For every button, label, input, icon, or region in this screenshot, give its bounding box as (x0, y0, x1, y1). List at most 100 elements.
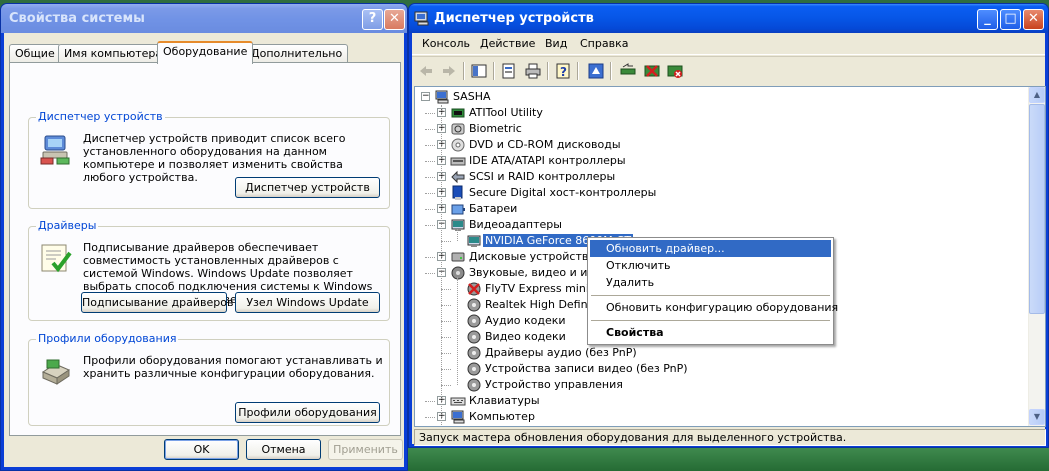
uninstall-button[interactable] (641, 61, 663, 81)
hardware-profiles-group: Профили оборудования Профили оборудовани… (28, 332, 390, 426)
sound-device-icon (466, 361, 482, 377)
tree-category[interactable]: + Secure Digital хост-контроллеры (415, 185, 1015, 201)
tree-guide-line (425, 257, 435, 258)
device-manager-button[interactable]: Диспетчер устройств (235, 177, 380, 198)
tree-item-label: Аудио кодеки (485, 314, 566, 327)
tree-guide-line (457, 229, 458, 241)
tree-item-label: ATITool Utility (469, 106, 543, 119)
forward-button[interactable] (438, 61, 460, 81)
battery-icon (450, 201, 466, 217)
device-manager-app-icon (414, 10, 430, 26)
help-button[interactable]: ? (552, 61, 574, 81)
tree-category[interactable]: − Видеоадаптеры (415, 217, 1015, 233)
printer-icon (525, 63, 541, 79)
scan-hardware-button[interactable] (585, 61, 607, 81)
tab-general[interactable]: Общие (9, 44, 61, 63)
tree-category[interactable]: + SCSI и RAID контроллеры (415, 169, 1015, 185)
tree-item-label: Видео кодеки (485, 330, 566, 343)
maximize-button[interactable]: □ (1000, 9, 1021, 30)
toolbar: ? (412, 56, 1045, 85)
menu-item-update-driver[interactable]: Обновить драйвер... (590, 240, 831, 257)
tree-guide-line (441, 105, 442, 425)
hardware-profiles-button[interactable]: Профили оборудования (235, 402, 380, 423)
menu-view[interactable]: Вид (545, 37, 567, 50)
disable-button[interactable] (664, 61, 686, 81)
tree-device[interactable]: Устройство управления (415, 377, 1015, 393)
collapse-button[interactable]: − (421, 92, 430, 101)
menu-console[interactable]: Консоль (422, 37, 470, 50)
help-button[interactable]: ? (362, 9, 383, 30)
ok-button[interactable]: OK (164, 439, 239, 460)
tree-guide-line (441, 305, 451, 306)
display-adapter-icon (466, 233, 482, 249)
update-driver-button[interactable] (617, 61, 639, 81)
driver-signing-button[interactable]: Подписывание драйверов (81, 292, 233, 313)
scsi-icon (450, 169, 466, 185)
hardware-profiles-description: Профили оборудования помогают устанавлив… (83, 354, 383, 380)
tree-guide-line (441, 385, 451, 386)
disk-icon (450, 249, 466, 265)
tree-guide-line (425, 401, 435, 402)
tree-device[interactable]: Драйверы аудио (без PnP) (415, 345, 1015, 361)
tree-category[interactable]: + Biometric (415, 121, 1015, 137)
menu-item-uninstall[interactable]: Удалить (590, 274, 831, 291)
menu-item-disable[interactable]: Отключить (590, 257, 831, 274)
tab-advanced[interactable]: Дополнительно (245, 44, 349, 63)
tree-pane-icon (471, 64, 487, 78)
biometric-icon (450, 121, 466, 137)
menu-item-scan-hardware[interactable]: Обновить конфигурацию оборудования (590, 299, 838, 316)
sound-device-icon (466, 377, 482, 393)
tree-item-label: DVD и CD-ROM дисководы (469, 138, 621, 151)
scroll-down-button[interactable]: ▼ (1029, 409, 1045, 425)
cancel-button[interactable]: Отмена (246, 439, 321, 460)
svg-text:?: ? (560, 65, 567, 79)
minimize-button[interactable]: _ (977, 9, 998, 30)
hardware-tab-panel: Диспетчер устройств Диспетчер устройств … (9, 62, 401, 436)
tree-item-label: Secure Digital хост-контроллеры (469, 186, 657, 199)
close-button[interactable]: ✕ (1023, 9, 1044, 30)
tab-hardware[interactable]: Оборудование (157, 41, 254, 64)
tree-device[interactable]: Устройства записи видео (без PnP) (415, 361, 1015, 377)
tree-item-label: Компьютер (469, 410, 535, 423)
ide-icon (450, 153, 466, 169)
help-icon: ? (556, 63, 570, 79)
tree-guide-line (425, 193, 435, 194)
properties-button[interactable] (498, 61, 520, 81)
menu-item-properties[interactable]: Свойства (590, 324, 831, 341)
drivers-group-title: Драйверы (36, 219, 99, 232)
menu-separator (591, 295, 830, 296)
tree-category[interactable]: + DVD и CD-ROM дисководы (415, 137, 1015, 153)
scroll-up-button[interactable]: ▲ (1029, 87, 1045, 103)
sound-device-error-icon (466, 281, 482, 297)
hardware-profiles-group-title: Профили оборудования (36, 332, 179, 345)
sd-icon (450, 185, 466, 201)
tree-category[interactable]: + ATITool Utility (415, 105, 1015, 121)
tree-item-label: Устройство управления (485, 378, 623, 391)
scroll-thumb[interactable] (1029, 104, 1045, 314)
print-button[interactable] (522, 61, 544, 81)
vertical-scrollbar[interactable]: ▲ ▼ (1028, 87, 1045, 426)
tree-guide-line (441, 289, 451, 290)
tree-category[interactable]: + IDE ATA/ATAPI контроллеры (415, 153, 1015, 169)
device-manager-titlebar[interactable]: Диспетчер устройств _ □ ✕ (409, 4, 1048, 33)
show-hide-tree-button[interactable] (468, 61, 490, 81)
menu-action[interactable]: Действие (480, 37, 535, 50)
window-title: Свойства системы (9, 11, 145, 26)
tree-guide-line (425, 177, 435, 178)
tree-category[interactable]: + Клавиатуры (415, 393, 1015, 409)
forward-arrow-icon (443, 66, 455, 76)
sound-device-icon (466, 345, 482, 361)
tree-category[interactable]: + Компьютер (415, 409, 1015, 425)
menu-help[interactable]: Справка (580, 37, 628, 50)
display-adapter-icon (450, 217, 466, 233)
close-button[interactable]: ✕ (384, 9, 405, 30)
windows-update-button[interactable]: Узел Windows Update (235, 292, 380, 313)
status-bar: Запуск мастера обновления оборудования д… (414, 429, 1046, 446)
back-button[interactable] (415, 61, 437, 81)
tree-category[interactable]: + Батареи (415, 201, 1015, 217)
tab-computer-name[interactable]: Имя компьютера (58, 44, 169, 63)
sound-icon (450, 265, 466, 281)
tree-root[interactable]: − SASHA (415, 89, 1015, 105)
desktop-background (408, 448, 1049, 471)
system-properties-titlebar[interactable]: Свойства системы ? ✕ (1, 4, 407, 33)
